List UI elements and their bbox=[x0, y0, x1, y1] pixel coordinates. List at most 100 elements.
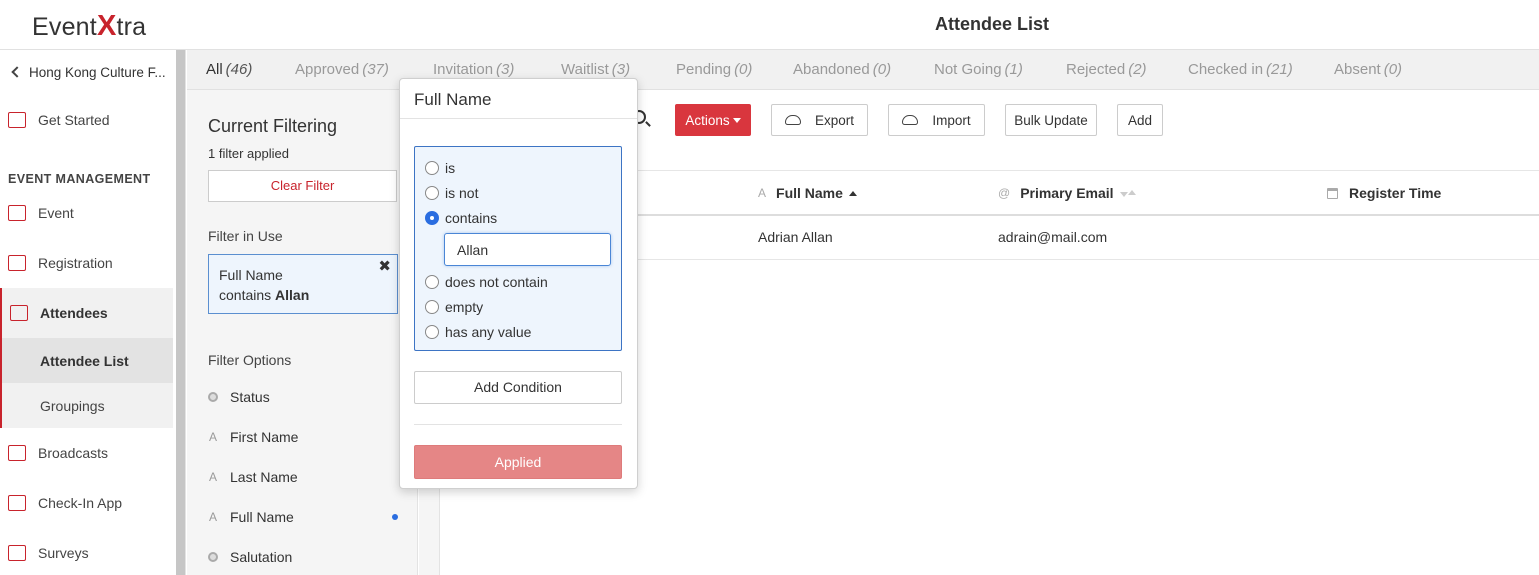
radio-circle[interactable] bbox=[425, 161, 439, 175]
filter-options-label: Filter Options bbox=[208, 352, 292, 368]
radio-label: does not contain bbox=[445, 274, 548, 290]
eventxtra-logo[interactable]: EventXtra bbox=[32, 10, 146, 43]
radio-has-any-value[interactable]: has any value bbox=[425, 322, 531, 342]
clear-filter-button[interactable]: Clear Filter bbox=[208, 170, 397, 202]
radio-circle[interactable] bbox=[425, 325, 439, 339]
active-filter-value: Allan bbox=[275, 287, 310, 303]
divider bbox=[414, 424, 622, 425]
top-bar: EventXtra Attendee List bbox=[0, 0, 1539, 50]
active-filter-operator: contains bbox=[219, 287, 272, 303]
sidebar-item-get-started[interactable]: Get Started bbox=[0, 96, 173, 144]
filter-option-salutation[interactable]: Salutation bbox=[208, 547, 398, 567]
back-to-event-link[interactable]: Hong Kong Culture F... bbox=[11, 65, 166, 80]
sidebar-item-label: Get Started bbox=[38, 112, 110, 128]
chevron-left-icon bbox=[11, 66, 23, 78]
sidebar-item-check-in-app[interactable]: Check-In App bbox=[0, 479, 173, 527]
sidebar-item-registration[interactable]: Registration bbox=[0, 239, 173, 287]
sidebar-item-surveys[interactable]: Surveys bbox=[0, 529, 173, 575]
applied-button[interactable]: Applied bbox=[414, 445, 622, 479]
filter-option-last-name[interactable]: A Last Name bbox=[208, 467, 398, 487]
column-full-name[interactable]: A Full Name bbox=[758, 185, 857, 201]
people-icon bbox=[10, 305, 28, 321]
radio-contains[interactable]: contains bbox=[425, 208, 497, 228]
sidebar-item-label: Attendees bbox=[40, 305, 108, 321]
column-primary-email[interactable]: @ Primary Email bbox=[998, 185, 1136, 201]
tab-all[interactable]: All (46) bbox=[206, 61, 252, 78]
tab-rejected[interactable]: Rejected (2) bbox=[1066, 61, 1147, 78]
text-icon: A bbox=[208, 430, 217, 444]
tab-approved[interactable]: Approved (37) bbox=[295, 61, 389, 78]
remove-filter-icon[interactable]: ✖ bbox=[378, 257, 391, 277]
radio-circle-selected[interactable] bbox=[425, 211, 439, 225]
tab-checked-in[interactable]: Checked in (21) bbox=[1188, 61, 1293, 78]
tab-pending[interactable]: Pending (0) bbox=[676, 61, 752, 78]
current-filtering-title: Current Filtering bbox=[208, 116, 338, 136]
sidebar-item-attendees[interactable]: Attendees bbox=[0, 288, 173, 338]
text-icon: A bbox=[208, 470, 217, 484]
active-filter-tag[interactable]: Full Name contains Allan ✖ bbox=[208, 254, 398, 314]
filter-option-full-name[interactable]: A Full Name bbox=[208, 507, 398, 527]
survey-icon bbox=[8, 545, 26, 561]
tab-invitation[interactable]: Invitation (3) bbox=[433, 61, 514, 78]
condition-box: is is not contains does not contain empt… bbox=[414, 146, 622, 351]
tab-label: Absent bbox=[1334, 61, 1381, 78]
radio-empty[interactable]: empty bbox=[425, 297, 483, 317]
radio-label: is not bbox=[445, 185, 479, 201]
tab-absent[interactable]: Absent (0) bbox=[1334, 61, 1402, 78]
filter-panel: Current Filtering 1 filter applied Clear… bbox=[187, 90, 418, 575]
column-register-time[interactable]: Register Time bbox=[1327, 185, 1441, 201]
sidebar-item-label: Attendee List bbox=[40, 352, 129, 369]
import-button[interactable]: Import bbox=[888, 104, 985, 136]
radio-is-not[interactable]: is not bbox=[425, 183, 478, 203]
tab-waitlist[interactable]: Waitlist (3) bbox=[561, 61, 630, 78]
status-icon bbox=[208, 392, 218, 402]
sidebar-item-label: Event bbox=[38, 205, 74, 221]
caret-down-icon bbox=[732, 117, 741, 123]
actions-label: Actions bbox=[685, 112, 730, 128]
filter-option-first-name[interactable]: A First Name bbox=[208, 427, 398, 447]
tab-label: Waitlist bbox=[561, 61, 609, 78]
tab-abandoned[interactable]: Abandoned (0) bbox=[793, 61, 891, 78]
tab-label: Checked in bbox=[1188, 61, 1264, 78]
radio-is[interactable]: is bbox=[425, 158, 455, 178]
tab-count: (1) bbox=[1004, 61, 1023, 78]
filters-applied-count: 1 filter applied bbox=[208, 146, 289, 161]
logo-text-left: Event bbox=[32, 13, 97, 41]
sidebar-item-broadcasts[interactable]: Broadcasts bbox=[0, 429, 173, 477]
column-label: Primary Email bbox=[1020, 185, 1114, 201]
page-title: Attendee List bbox=[935, 14, 1050, 34]
add-button[interactable]: Add bbox=[1117, 104, 1163, 136]
sidebar-item-label: Groupings bbox=[40, 397, 105, 414]
tab-count: (21) bbox=[1266, 61, 1293, 78]
tab-label: Abandoned bbox=[793, 61, 870, 78]
add-condition-button[interactable]: Add Condition bbox=[414, 371, 622, 404]
tab-not-going[interactable]: Not Going (1) bbox=[934, 61, 1023, 78]
export-button[interactable]: Export bbox=[771, 104, 868, 136]
filter-in-use-label: Filter in Use bbox=[208, 228, 283, 244]
tab-count: (0) bbox=[734, 61, 753, 78]
bulk-update-button[interactable]: Bulk Update bbox=[1005, 104, 1097, 136]
sidebar: Hong Kong Culture F... Get Started EVENT… bbox=[0, 50, 186, 575]
actions-button[interactable]: Actions bbox=[675, 104, 751, 136]
text-icon: A bbox=[758, 186, 767, 200]
tab-label: Not Going bbox=[934, 61, 1002, 78]
form-icon bbox=[8, 255, 26, 271]
full-name-filter-popup: Full Name is is not contains does not co… bbox=[399, 78, 638, 489]
radio-label: contains bbox=[445, 210, 498, 226]
calendar-icon bbox=[1327, 187, 1338, 199]
sidebar-item-event[interactable]: Event bbox=[0, 189, 173, 237]
sidebar-scrollbar[interactable] bbox=[176, 50, 185, 575]
radio-does-not-contain[interactable]: does not contain bbox=[425, 272, 548, 292]
radio-circle[interactable] bbox=[425, 275, 439, 289]
text-icon: A bbox=[208, 510, 217, 524]
radio-circle[interactable] bbox=[425, 300, 439, 314]
condition-value-input[interactable] bbox=[444, 233, 611, 266]
sidebar-item-attendee-list[interactable]: Attendee List bbox=[0, 338, 173, 383]
cell-full-name: Adrian Allan bbox=[758, 229, 833, 245]
sidebar-item-label: Registration bbox=[38, 255, 113, 271]
sidebar-item-groupings[interactable]: Groupings bbox=[0, 383, 173, 428]
filter-option-label: First Name bbox=[230, 429, 299, 445]
cloud-download-icon bbox=[784, 115, 801, 125]
radio-circle[interactable] bbox=[425, 186, 439, 200]
filter-option-status[interactable]: Status bbox=[208, 387, 398, 407]
